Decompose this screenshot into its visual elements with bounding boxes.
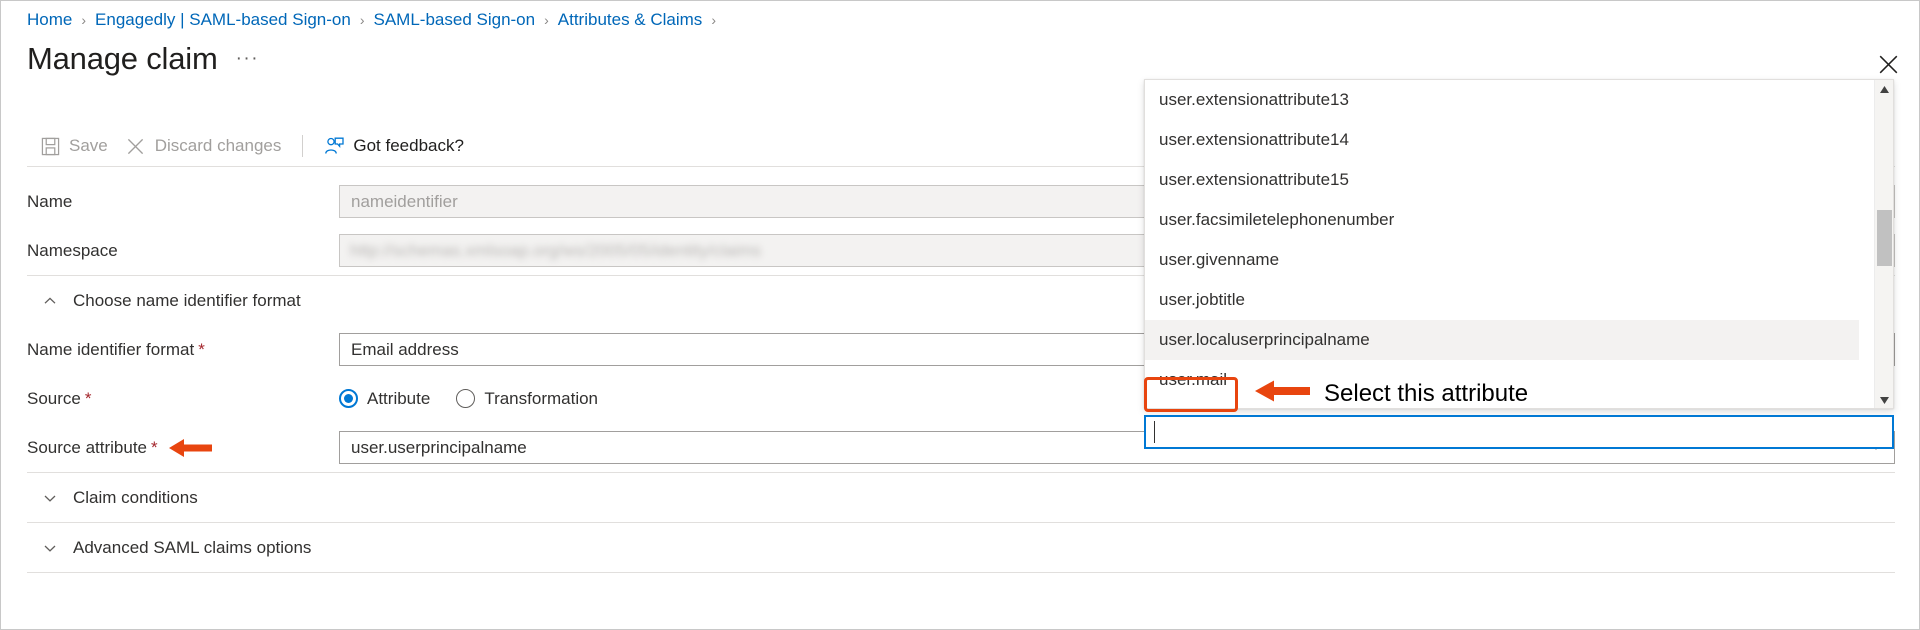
field-label-name-identifier-format: Name identifier format * <box>27 340 339 360</box>
field-label-source-attribute: Source attribute * <box>27 438 339 458</box>
breadcrumb: Home › Engagedly | SAML-based Sign-on › … <box>27 10 725 30</box>
breadcrumb-item-engagedly-saml[interactable]: Engagedly | SAML-based Sign-on <box>95 10 351 30</box>
section-label-claim-conditions: Claim conditions <box>73 487 198 507</box>
red-arrow-left-icon <box>168 438 212 458</box>
manage-claim-blade: Home › Engagedly | SAML-based Sign-on › … <box>0 0 1920 630</box>
red-arrow-left-icon <box>1254 379 1310 408</box>
dropdown-scrollbar[interactable] <box>1874 80 1893 408</box>
section-label-advanced-saml-claims-options: Advanced SAML claims options <box>73 537 312 557</box>
radio-source-transformation[interactable]: Transformation <box>456 389 598 409</box>
annotation-select-this-attribute: Select this attribute <box>1254 379 1528 408</box>
radio-label-attribute: Attribute <box>367 388 431 408</box>
section-divider <box>27 572 1895 573</box>
source-attribute-dropdown-panel: user.extensionattribute13 user.extension… <box>1144 79 1894 409</box>
name-identifier-format-value: Email address <box>351 339 459 359</box>
discard-changes-button[interactable]: Discard changes <box>117 129 291 163</box>
discard-changes-label: Discard changes <box>154 136 282 155</box>
dropdown-option[interactable]: user.extensionattribute14 <box>1145 120 1859 160</box>
breadcrumb-item-attributes-claims[interactable]: Attributes & Claims <box>558 10 703 30</box>
breadcrumb-item-home[interactable]: Home <box>27 10 72 30</box>
chevron-down-icon <box>43 491 57 505</box>
toolbar-divider <box>302 135 304 157</box>
got-feedback-button[interactable]: Got feedback? <box>315 129 473 163</box>
radio-circle-icon <box>339 389 358 408</box>
radio-label-transformation: Transformation <box>484 388 598 408</box>
radio-source-attribute[interactable]: Attribute <box>339 389 430 409</box>
dropdown-option[interactable]: user.extensionattribute13 <box>1145 80 1859 120</box>
command-toolbar: Save Discard changes Got feedback? <box>31 129 473 163</box>
chevron-up-icon <box>43 294 57 308</box>
close-icon[interactable] <box>1871 47 1905 81</box>
dropdown-option[interactable]: user.localuserprincipalname <box>1145 320 1859 360</box>
scroll-down-arrow-icon[interactable] <box>1875 391 1893 408</box>
text-cursor <box>1154 421 1155 443</box>
field-label-name: Name <box>27 191 73 211</box>
more-options-button[interactable]: ··· <box>236 48 259 70</box>
annotation-text: Select this attribute <box>1324 379 1529 407</box>
scrollbar-thumb[interactable] <box>1877 210 1892 266</box>
source-attribute-search-box[interactable] <box>1144 415 1894 449</box>
breadcrumb-separator: › <box>544 12 549 28</box>
got-feedback-label: Got feedback? <box>353 136 464 155</box>
source-attribute-search-input[interactable] <box>1156 417 1882 447</box>
field-label-text: Name identifier format <box>27 339 195 359</box>
section-claim-conditions[interactable]: Claim conditions <box>1 473 1920 522</box>
field-label-text: Source attribute <box>27 437 148 457</box>
title-row: Manage claim ··· <box>27 41 259 77</box>
close-x-icon <box>126 136 146 156</box>
field-label-namespace: Namespace <box>27 240 118 260</box>
source-attribute-option-list: user.extensionattribute13 user.extension… <box>1145 80 1859 400</box>
breadcrumb-separator: › <box>81 12 87 28</box>
page-title: Manage claim <box>27 41 218 76</box>
required-indicator: * <box>151 437 158 457</box>
radio-circle-icon <box>456 389 476 408</box>
breadcrumb-item-saml-sign-on[interactable]: SAML-based Sign-on <box>374 10 536 30</box>
chevron-down-icon <box>43 541 57 555</box>
section-label-choose-name-identifier-format: Choose name identifier format <box>73 290 301 310</box>
field-label-text: Source <box>27 388 81 408</box>
save-label: Save <box>69 136 108 155</box>
required-indicator: * <box>84 388 92 408</box>
breadcrumb-separator: › <box>359 12 365 28</box>
source-attribute-value: user.userprincipalname <box>351 437 527 457</box>
dropdown-option[interactable]: user.jobtitle <box>1145 280 1859 320</box>
save-button[interactable]: Save <box>31 129 117 163</box>
required-indicator: * <box>198 339 205 359</box>
breadcrumb-separator-trailing: › <box>711 12 716 28</box>
section-advanced-saml-claims-options[interactable]: Advanced SAML claims options <box>1 523 1920 572</box>
dropdown-option[interactable]: user.facsimiletelephonenumber <box>1145 200 1859 240</box>
dropdown-option[interactable]: user.givenname <box>1145 240 1859 280</box>
feedback-person-icon <box>324 136 345 156</box>
save-icon <box>40 136 60 156</box>
scroll-up-arrow-icon[interactable] <box>1875 80 1893 99</box>
dropdown-option[interactable]: user.extensionattribute15 <box>1145 160 1859 200</box>
field-label-source: Source * <box>27 389 339 409</box>
